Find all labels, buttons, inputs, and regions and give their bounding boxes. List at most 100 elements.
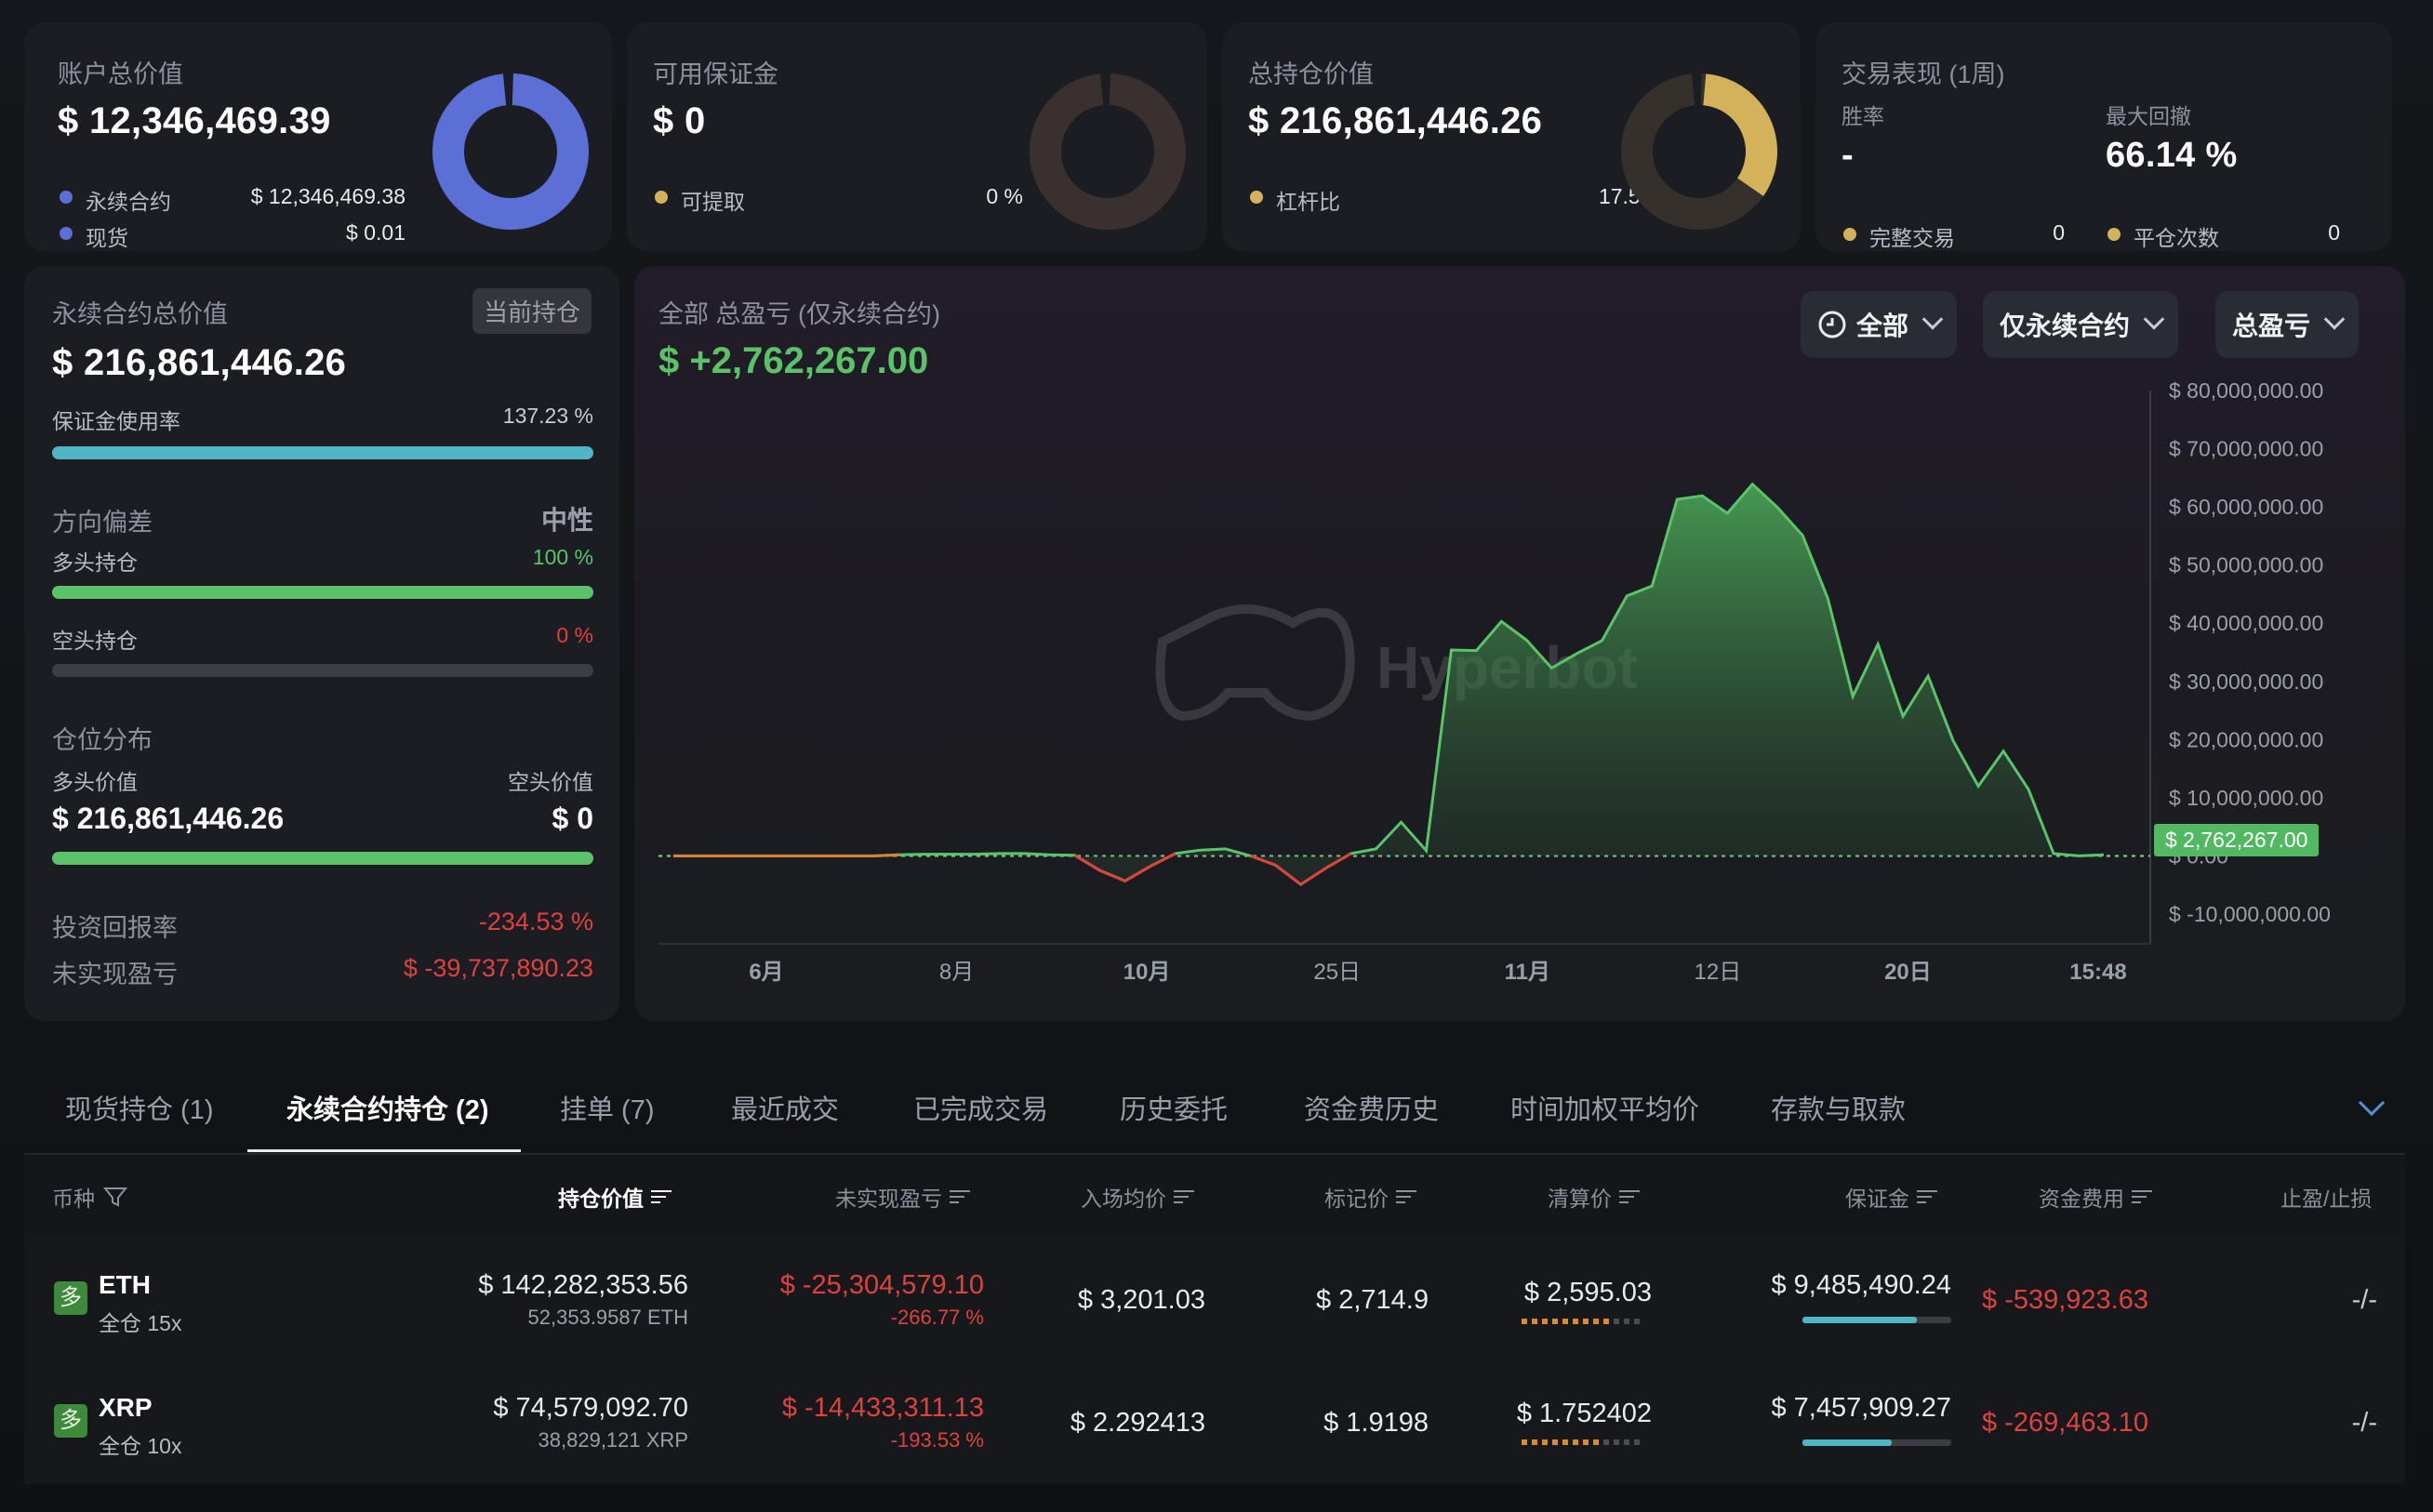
active-tab-underline [247, 1149, 521, 1152]
sort-icon[interactable] [1396, 1189, 1416, 1204]
col-margin-header[interactable]: 保证金 [1845, 1181, 1937, 1213]
tab-completed-trades[interactable]: 已完成交易 [913, 1088, 1048, 1127]
table-row[interactable]: 多 ETH 全仓 15x $ 142,282,353.56 52,353.958… [24, 1239, 2405, 1359]
col-liq-header[interactable]: 清算价 [1548, 1181, 1640, 1213]
position-qty: 52,353.9587 ETH [527, 1306, 688, 1329]
risk-dot [1614, 1439, 1619, 1445]
tp-sl[interactable]: -/- [2352, 1408, 2377, 1439]
y-tick-label: $ 10,000,000.00 [2169, 786, 2323, 810]
risk-dot [1532, 1439, 1537, 1445]
risk-dot [1542, 1439, 1548, 1445]
sort-icon[interactable] [2132, 1189, 2152, 1204]
col-margin-label: 保证金 [1845, 1187, 1909, 1211]
col-entry-header[interactable]: 入场均价 [1081, 1181, 1194, 1213]
mark-price: $ 1.9198 [1323, 1408, 1429, 1438]
margin-bar [1802, 1317, 1951, 1323]
position-value: $ 74,579,092.70 [493, 1393, 688, 1423]
sort-icon[interactable] [1619, 1189, 1640, 1204]
entry-price: $ 3,201.03 [1077, 1285, 1205, 1315]
unrealized-pnl: $ -14,433,311.13 [781, 1393, 984, 1423]
sort-icon[interactable] [651, 1189, 671, 1204]
col-mark-header[interactable]: 标记价 [1324, 1181, 1416, 1213]
tab-open-orders[interactable]: 挂单 (7) [560, 1088, 655, 1127]
y-tick-label: $ 70,000,000.00 [2169, 437, 2323, 461]
risk-dot [1634, 1319, 1640, 1324]
liquidation-price: $ 1.752402 [1516, 1399, 1652, 1428]
x-tick-label: 6月 [749, 960, 783, 985]
risk-dot [1552, 1439, 1558, 1445]
mark-price: $ 2,714.9 [1316, 1285, 1429, 1315]
y-tick-label: $ 80,000,000.00 [2169, 378, 2323, 403]
symbol-name[interactable]: ETH [99, 1270, 151, 1300]
risk-dot [1552, 1319, 1558, 1324]
tab-perp-holdings[interactable]: 永续合约持仓 (2) [286, 1088, 489, 1127]
margin-bar-fill [1802, 1439, 1892, 1446]
y-tick-label: $ 20,000,000.00 [2169, 727, 2323, 751]
margin-value: $ 7,457,909.27 [1771, 1393, 1951, 1423]
col-liq-label: 清算价 [1548, 1187, 1612, 1211]
y-tick-label: $ 50,000,000.00 [2169, 553, 2323, 577]
risk-dot [1593, 1319, 1599, 1324]
tab-twap[interactable]: 时间加权平均价 [1510, 1088, 1699, 1127]
col-mark-label: 标记价 [1324, 1187, 1389, 1211]
x-tick-label: 25日 [1313, 960, 1361, 985]
risk-dot [1573, 1319, 1578, 1324]
x-tick-label: 11月 [1505, 960, 1550, 985]
margin-bar-fill [1802, 1317, 1918, 1323]
x-tick-label: 20日 [1884, 960, 1932, 985]
col-tpsl-label: 止盈/止损 [2280, 1187, 2373, 1211]
x-axis-ticks: 6月 8月 10月 25日 11月 12日 20日 15:48 [749, 960, 2126, 985]
sort-icon[interactable] [1917, 1189, 1937, 1204]
tab-spot-holdings[interactable]: 现货持仓 (1) [65, 1088, 214, 1127]
y-tick-label: $ 30,000,000.00 [2169, 670, 2323, 694]
col-value-header[interactable]: 持仓价值 [558, 1181, 671, 1213]
long-side-badge: 多 [54, 1404, 87, 1438]
y-tick-label: $ 40,000,000.00 [2169, 611, 2323, 635]
y-tick-label: $ -10,000,000.00 [2169, 902, 2331, 926]
sort-icon[interactable] [1174, 1189, 1194, 1204]
risk-dot [1614, 1319, 1619, 1324]
tp-sl[interactable]: -/- [2352, 1285, 2377, 1316]
risk-dot [1562, 1319, 1568, 1324]
margin-bar [1802, 1439, 1951, 1446]
unrealized-pnl-pct: -266.77 % [890, 1306, 984, 1329]
unrealized-pnl: $ -25,304,579.10 [779, 1270, 984, 1300]
position-value: $ 142,282,353.56 [478, 1270, 688, 1300]
risk-dot [1634, 1439, 1640, 1445]
tab-funding-history[interactable]: 资金费历史 [1304, 1088, 1439, 1127]
risk-dot [1583, 1439, 1589, 1445]
position-qty: 38,829,121 XRP [538, 1428, 688, 1452]
margin-mode: 全仓 15x [99, 1311, 182, 1335]
col-tpsl-header: 止盈/止损 [2280, 1181, 2372, 1213]
tab-recent-fills[interactable]: 最近成交 [731, 1088, 839, 1127]
long-side-badge: 多 [54, 1281, 87, 1315]
funding-fee: $ -539,923.63 [1982, 1285, 2148, 1315]
risk-dot [1532, 1319, 1537, 1324]
filter-icon[interactable] [102, 1186, 128, 1208]
col-symbol-header[interactable]: 币种 [52, 1181, 128, 1213]
margin-value: $ 9,485,490.24 [1771, 1270, 1951, 1300]
funding-fee: $ -269,463.10 [1982, 1408, 2148, 1438]
col-upnl-label: 未实现盈亏 [835, 1187, 942, 1211]
current-pnl-tag: $ 2,762,267.00 [2154, 824, 2320, 857]
symbol-name[interactable]: XRP [99, 1393, 153, 1423]
x-tick-label: 15:48 [2069, 960, 2126, 985]
tab-deposits-withdrawals[interactable]: 存款与取款 [1771, 1088, 1906, 1127]
x-tick-label: 12日 [1695, 960, 1742, 985]
risk-dot [1522, 1319, 1527, 1324]
y-tick-label: $ 60,000,000.00 [2169, 495, 2323, 519]
margin-mode: 全仓 10x [99, 1434, 182, 1458]
sort-icon[interactable] [950, 1189, 970, 1204]
col-funding-header[interactable]: 资金费用 [2039, 1181, 2152, 1213]
liquidation-risk-dots [1522, 1439, 1640, 1445]
negative-pnl-segments [673, 852, 1352, 886]
col-upnl-header[interactable]: 未实现盈亏 [835, 1181, 970, 1213]
risk-dot [1593, 1439, 1599, 1445]
risk-dot [1583, 1319, 1589, 1324]
unrealized-pnl-pct: -193.53 % [890, 1428, 984, 1452]
x-tick-label: 8月 [939, 960, 974, 985]
tab-order-history[interactable]: 历史委托 [1120, 1088, 1228, 1127]
table-row[interactable]: 多 XRP 全仓 10x $ 74,579,092.70 38,829,121 … [24, 1359, 2405, 1480]
risk-dot [1522, 1439, 1527, 1445]
col-symbol-label: 币种 [52, 1187, 95, 1211]
